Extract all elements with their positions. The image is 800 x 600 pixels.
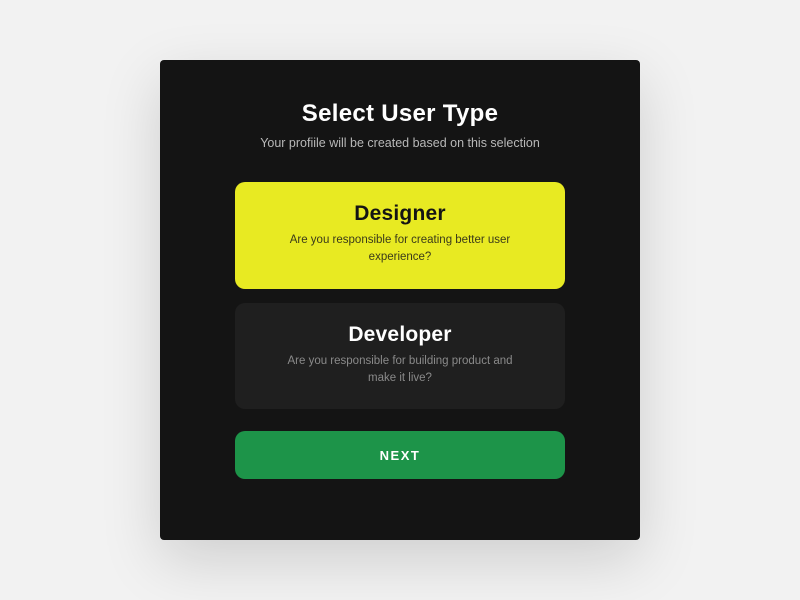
option-list: Designer Are you responsible for creatin… <box>235 182 565 409</box>
option-card-developer[interactable]: Developer Are you responsible for buildi… <box>235 303 565 410</box>
option-card-designer[interactable]: Designer Are you responsible for creatin… <box>235 182 565 289</box>
option-description: Are you responsible for building product… <box>263 353 537 388</box>
option-title: Designer <box>263 202 537 226</box>
modal-title: Select User Type <box>302 100 498 128</box>
modal-subtitle: Your profiile will be created based on t… <box>260 136 540 150</box>
user-type-modal: Select User Type Your profiile will be c… <box>160 60 640 540</box>
option-description: Are you responsible for creating better … <box>263 232 537 267</box>
option-title: Developer <box>263 323 537 347</box>
next-button[interactable]: NEXT <box>235 431 565 479</box>
next-button-label: NEXT <box>380 448 421 463</box>
